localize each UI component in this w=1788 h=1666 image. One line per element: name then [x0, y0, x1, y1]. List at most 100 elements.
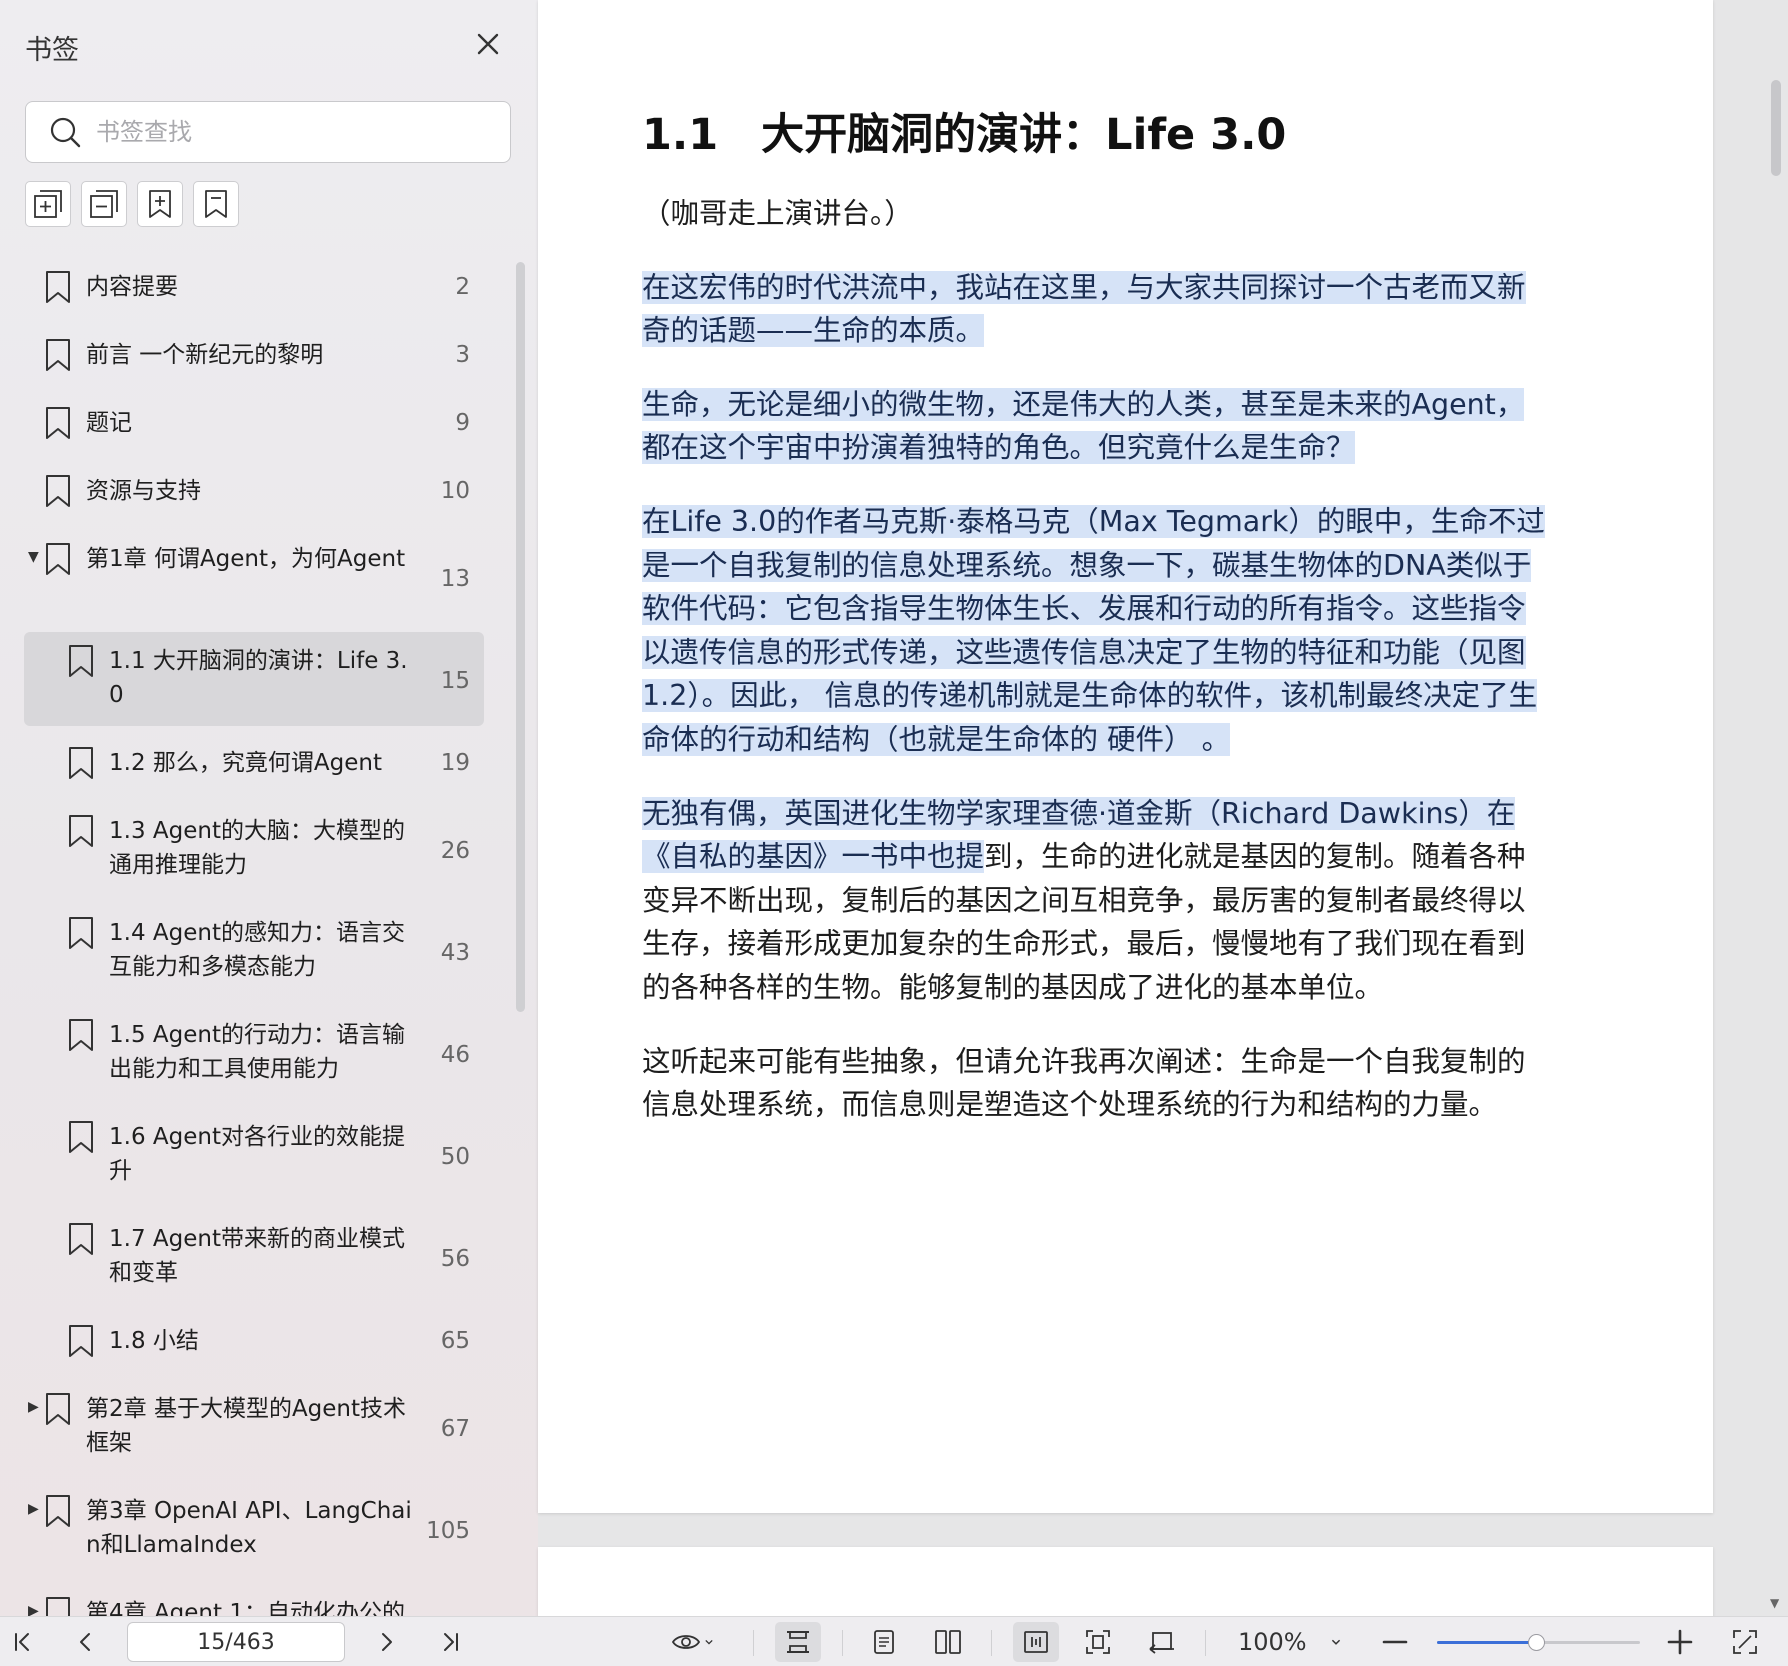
plus-icon: [1667, 1629, 1693, 1655]
zoom-level[interactable]: 100%: [1238, 1628, 1307, 1656]
zoom-dropdown-button[interactable]: [1321, 1622, 1351, 1662]
paragraph-intro: （咖哥走上演讲台。）: [642, 197, 913, 230]
search-icon: [50, 117, 81, 148]
bookmark-page-number: 65: [440, 1328, 470, 1354]
scroll-thumb[interactable]: [1771, 80, 1781, 176]
paragraph-1: 在这宏伟的时代洪流中，我站在这里，与大家共同探讨一个古老而又新奇的话题——生命的…: [642, 266, 1552, 353]
bookmark-item[interactable]: 题记 9: [24, 394, 484, 454]
single-page-button[interactable]: [863, 1622, 905, 1662]
bookmark-icon: [69, 645, 93, 677]
bookmark-page-number: 2: [455, 274, 470, 300]
bookmark-item[interactable]: ▶ 第4章 Agent 1：自动化办公的实现——通过 Assistants API…: [24, 1584, 484, 1616]
eye-icon: [671, 1635, 701, 1649]
bookmark-label: 第1章 何谓Agent，为何Agent: [86, 546, 406, 572]
bookmark-page-number: 46: [440, 1042, 470, 1068]
continuous-scroll-icon: [787, 1631, 809, 1653]
fullscreen-button[interactable]: [1724, 1622, 1766, 1662]
highlighted-text: 生命，无论是细小的微生物，还是伟大的人类，甚至是未来的Agent，都在这个宇宙中…: [642, 387, 1525, 465]
view-mode-button[interactable]: [664, 1622, 724, 1662]
section-title: 1.1 大开脑洞的演讲：Life 3.0: [642, 110, 1287, 160]
highlighted-text: 在Life 3.0的作者马克斯·泰格马克（Max Tegmark）的眼中，生命不…: [642, 504, 1545, 756]
caret-right-icon[interactable]: ▶: [28, 1604, 42, 1616]
bookmark-label: 1.6 Agent对各行业的效能提升: [109, 1124, 405, 1184]
bookmark-icon: [69, 1121, 93, 1153]
bookmark-page-number: 13: [440, 566, 470, 592]
paragraph-4: 无独有偶，英国进化生物学家理查德·道金斯（Richard Dawkins）在《自…: [642, 792, 1552, 1010]
sidebar-scrollbar[interactable]: [516, 262, 525, 1012]
bookmark-icon: [46, 543, 70, 575]
collapse-all-button[interactable]: [81, 181, 127, 227]
bookmark-icon: [46, 1393, 70, 1425]
expand-all-button[interactable]: [25, 181, 71, 227]
bookmark-label: 1.8 小结: [109, 1328, 199, 1354]
first-page-icon: [15, 1633, 29, 1651]
search-input[interactable]: [96, 118, 476, 146]
bookmark-item[interactable]: ▶ 第2章 基于大模型的Agent技术框架 67: [24, 1380, 484, 1474]
page-number-input[interactable]: [127, 1622, 345, 1662]
bookmark-item[interactable]: 1.2 那么，究竟何谓Agent 19: [24, 734, 484, 794]
bookmark-item[interactable]: 前言 一个新纪元的黎明 3: [24, 326, 484, 386]
bookmark-item[interactable]: 1.4 Agent的感知力：语言交互能力和多模态能力 43: [24, 904, 484, 998]
zoom-in-button[interactable]: [1659, 1622, 1701, 1662]
close-icon[interactable]: [470, 26, 506, 62]
bookmark-button[interactable]: [193, 181, 239, 227]
caret-right-icon[interactable]: ▶: [28, 1400, 42, 1414]
double-page-button[interactable]: [927, 1622, 969, 1662]
bookmark-item[interactable]: 1.6 Agent对各行业的效能提升 50: [24, 1108, 484, 1202]
bookmark-item[interactable]: 1.7 Agent带来新的商业模式和变革 56: [24, 1210, 484, 1304]
bookmark-label: 内容提要: [86, 274, 178, 300]
bookmark-label: 资源与支持: [86, 478, 201, 504]
chevron-down-icon: [705, 1639, 713, 1645]
fit-page-button[interactable]: [1077, 1622, 1119, 1662]
bookmark-page-number: 50: [440, 1144, 470, 1170]
separator: [842, 1630, 843, 1656]
bookmark-item[interactable]: 资源与支持 10: [24, 462, 484, 522]
bookmark-page-number: 43: [440, 940, 470, 966]
bookmark-tools: [25, 181, 239, 227]
bookmark-item[interactable]: ▼ 第1章 何谓Agent，为何Agent 13: [24, 530, 484, 624]
caret-right-icon[interactable]: ▶: [28, 1502, 42, 1516]
zoom-slider[interactable]: [1437, 1634, 1640, 1651]
chevron-down-icon: [1331, 1639, 1341, 1645]
bookmark-icon: [46, 1597, 70, 1616]
bottom-toolbar: 100%: [0, 1616, 1788, 1666]
fit-width-button[interactable]: [1013, 1622, 1059, 1662]
continuous-scroll-button[interactable]: [775, 1622, 821, 1662]
rotate-button[interactable]: [1141, 1622, 1183, 1662]
document-scrollbar[interactable]: ▼: [1764, 0, 1788, 1616]
bookmark-item[interactable]: 1.1 大开脑洞的演讲：Life 3.0 15: [24, 632, 484, 726]
paragraph-3: 在Life 3.0的作者马克斯·泰格马克（Max Tegmark）的眼中，生命不…: [642, 500, 1552, 762]
bookmark-icon: [46, 475, 70, 507]
paragraph-5: 这听起来可能有些抽象，但请允许我再次阐述：生命是一个自我复制的信息处理系统，而信…: [642, 1044, 1526, 1122]
bookmark-label: 题记: [86, 410, 132, 436]
paragraph-2: 生命，无论是细小的微生物，还是伟大的人类，甚至是未来的Agent，都在这个宇宙中…: [642, 383, 1552, 470]
zoom-out-button[interactable]: [1374, 1622, 1416, 1662]
bookmark-page-number: 67: [440, 1416, 470, 1442]
bookmark-item[interactable]: 1.8 小结 65: [24, 1312, 484, 1372]
separator: [991, 1630, 992, 1656]
bookmark-search[interactable]: [25, 101, 511, 163]
add-bookmark-button[interactable]: [137, 181, 183, 227]
scroll-down-icon[interactable]: ▼: [1770, 1596, 1779, 1610]
bookmark-page-number: 19: [440, 750, 470, 776]
double-page-icon: [935, 1630, 961, 1654]
zoom-slider-knob[interactable]: [1528, 1634, 1546, 1651]
caret-down-icon[interactable]: ▼: [28, 550, 42, 564]
last-page-button[interactable]: [430, 1622, 472, 1662]
first-page-button[interactable]: [1, 1622, 43, 1662]
bookmark-label: 第3章 OpenAI API、LangChain和LlamaIndex: [86, 1498, 412, 1558]
bookmark-label: 第4章 Agent 1：自动化办公的实现——通过 Assistants API和…: [86, 1600, 405, 1616]
bookmark-page-number: 3: [455, 342, 470, 368]
next-page-button[interactable]: [365, 1622, 407, 1662]
bookmark-item[interactable]: 1.5 Agent的行动力：语言输出能力和工具使用能力 46: [24, 1006, 484, 1100]
bookmark-icon: [46, 339, 70, 371]
bookmark-label: 前言 一个新纪元的黎明: [86, 342, 324, 368]
bookmark-item[interactable]: ▶ 第3章 OpenAI API、LangChain和LlamaIndex 105: [24, 1482, 484, 1576]
bookmark-item[interactable]: 1.3 Agent的大脑：大模型的通用推理能力 26: [24, 802, 484, 896]
bookmark-icon: [46, 407, 70, 439]
fit-width-icon: [1024, 1631, 1048, 1653]
bookmark-item[interactable]: 内容提要 2: [24, 258, 484, 318]
prev-page-button[interactable]: [65, 1622, 107, 1662]
zoom-slider-fill: [1437, 1641, 1537, 1644]
bookmark-icon: [69, 917, 93, 949]
